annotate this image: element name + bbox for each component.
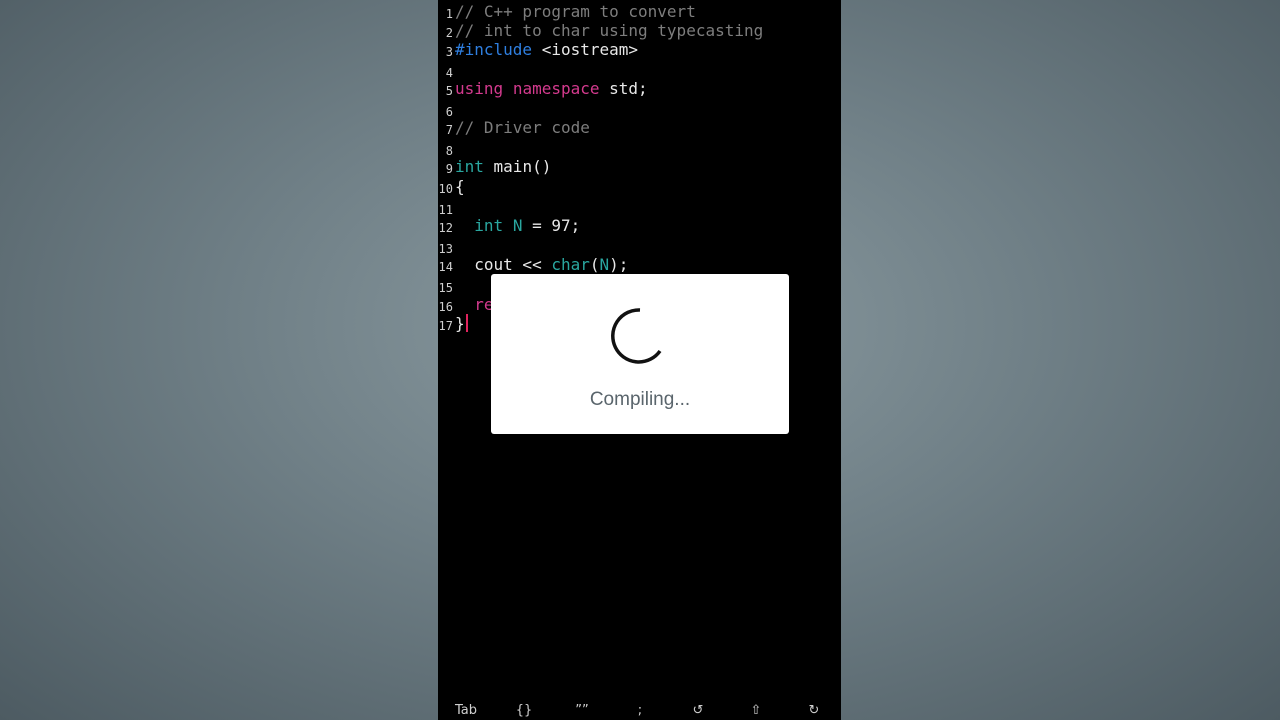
- code-token: }: [455, 314, 465, 333]
- code-token: // C++ program to convert: [455, 2, 696, 21]
- code-line[interactable]: 8: [438, 139, 841, 159]
- code-token: char: [551, 255, 590, 274]
- code-token: using: [455, 79, 504, 98]
- code-text: int main(): [455, 157, 551, 177]
- code-line[interactable]: 2// int to char using typecasting: [438, 21, 841, 41]
- code-line[interactable]: 4: [438, 61, 841, 81]
- line-number: 10: [438, 182, 453, 196]
- code-text: // int to char using typecasting: [455, 21, 763, 41]
- code-line[interactable]: 10{: [438, 177, 841, 197]
- code-token: <iostream>: [532, 40, 639, 59]
- code-line[interactable]: 3 #include <iostream>: [438, 40, 841, 60]
- compiling-message: Compiling...: [589, 389, 691, 410]
- code-text: cout << char(N);: [455, 255, 628, 275]
- code-token: #include: [455, 40, 533, 59]
- line-number: 12: [438, 221, 453, 235]
- code-token: N: [599, 255, 610, 274]
- code-token: (: [589, 255, 600, 274]
- code-token: N: [512, 216, 523, 235]
- compiling-dialog: Compiling...: [491, 274, 789, 434]
- code-token: std;: [599, 79, 648, 98]
- code-token: main(): [483, 157, 552, 176]
- redo-key[interactable]: ↻: [794, 703, 834, 718]
- undo-key[interactable]: ↺: [678, 703, 718, 718]
- code-text: re: [455, 295, 494, 315]
- code-token: {: [455, 177, 465, 196]
- line-number: 5: [445, 84, 453, 98]
- line-number: 3: [445, 45, 453, 59]
- code-line[interactable]: 7// Driver code: [438, 118, 841, 138]
- code-text: }: [455, 314, 468, 334]
- code-line[interactable]: 12 int N = 97;: [438, 216, 841, 236]
- loading-spinner-icon: [611, 308, 662, 364]
- tab-key[interactable]: Tab: [446, 703, 486, 718]
- code-token: namespace: [512, 79, 600, 98]
- code-text: // Driver code: [455, 118, 590, 138]
- code-line[interactable]: 9 int main(): [438, 157, 841, 177]
- editor-key-toolbar: Tab {} ””; ↺ ⇧ ↻: [438, 700, 841, 720]
- shift-key[interactable]: ⇧: [736, 703, 776, 718]
- code-token: re: [455, 295, 494, 314]
- quotes-key[interactable]: ””: [562, 703, 602, 718]
- code-text: // C++ program to convert: [455, 2, 696, 22]
- line-number: 14: [438, 260, 453, 274]
- code-line[interactable]: 6: [438, 100, 841, 120]
- line-number: 17: [438, 319, 453, 333]
- code-token: // int to char using typecasting: [455, 21, 764, 40]
- code-token: int: [455, 157, 484, 176]
- text-cursor: [465, 314, 468, 332]
- semicolon-key[interactable]: ;: [620, 703, 660, 718]
- code-line[interactable]: 14 cout << char(N);: [438, 255, 841, 275]
- code-token: );: [609, 255, 629, 274]
- code-line[interactable]: 13: [438, 237, 841, 257]
- code-text: using namespace std;: [455, 79, 648, 99]
- code-token: int: [474, 216, 504, 235]
- code-text: {: [455, 177, 465, 197]
- code-text: #include <iostream>: [455, 40, 638, 60]
- code-line[interactable]: 5 using namespace std;: [438, 79, 841, 99]
- line-number: 7: [445, 123, 453, 137]
- code-token: = 97;: [522, 216, 581, 235]
- code-line[interactable]: 11: [438, 198, 841, 218]
- code-token: cout <<: [455, 255, 552, 274]
- code-token: // Driver code: [455, 118, 590, 137]
- braces-key[interactable]: {}: [504, 703, 544, 718]
- code-text: int N = 97;: [455, 216, 580, 236]
- code-line[interactable]: 1// C++ program to convert: [438, 2, 841, 22]
- line-number: 9: [445, 162, 453, 176]
